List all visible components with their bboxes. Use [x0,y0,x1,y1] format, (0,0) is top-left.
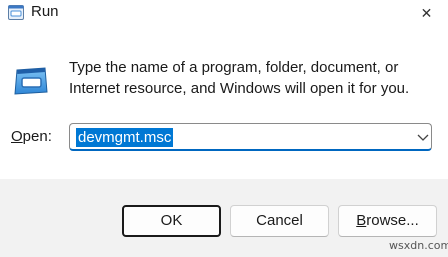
browse-label-rest: rowse... [366,212,419,229]
open-label-accelerator: O [11,128,23,145]
open-label: Open: [11,128,52,146]
window-title: Run [31,3,59,20]
run-dialog-icon [8,5,24,20]
description-text: Type the name of a program, folder, docu… [69,59,410,97]
open-input[interactable]: devmgmt.msc [76,128,174,147]
title-bar: Run ✕ [0,0,448,26]
browse-accelerator: B [356,212,367,229]
cancel-button[interactable]: Cancel [230,205,329,237]
open-label-rest: pen: [22,128,52,145]
chevron-down-icon[interactable] [417,132,429,142]
ok-button[interactable]: OK [122,205,221,237]
close-icon: ✕ [420,4,433,21]
close-button[interactable]: ✕ [405,0,448,26]
run-dialog-icon [14,67,48,95]
watermark: wsxdn.com [389,239,448,252]
open-combobox[interactable]: devmgmt.msc [69,123,432,151]
browse-button[interactable]: Browse... [338,205,437,237]
